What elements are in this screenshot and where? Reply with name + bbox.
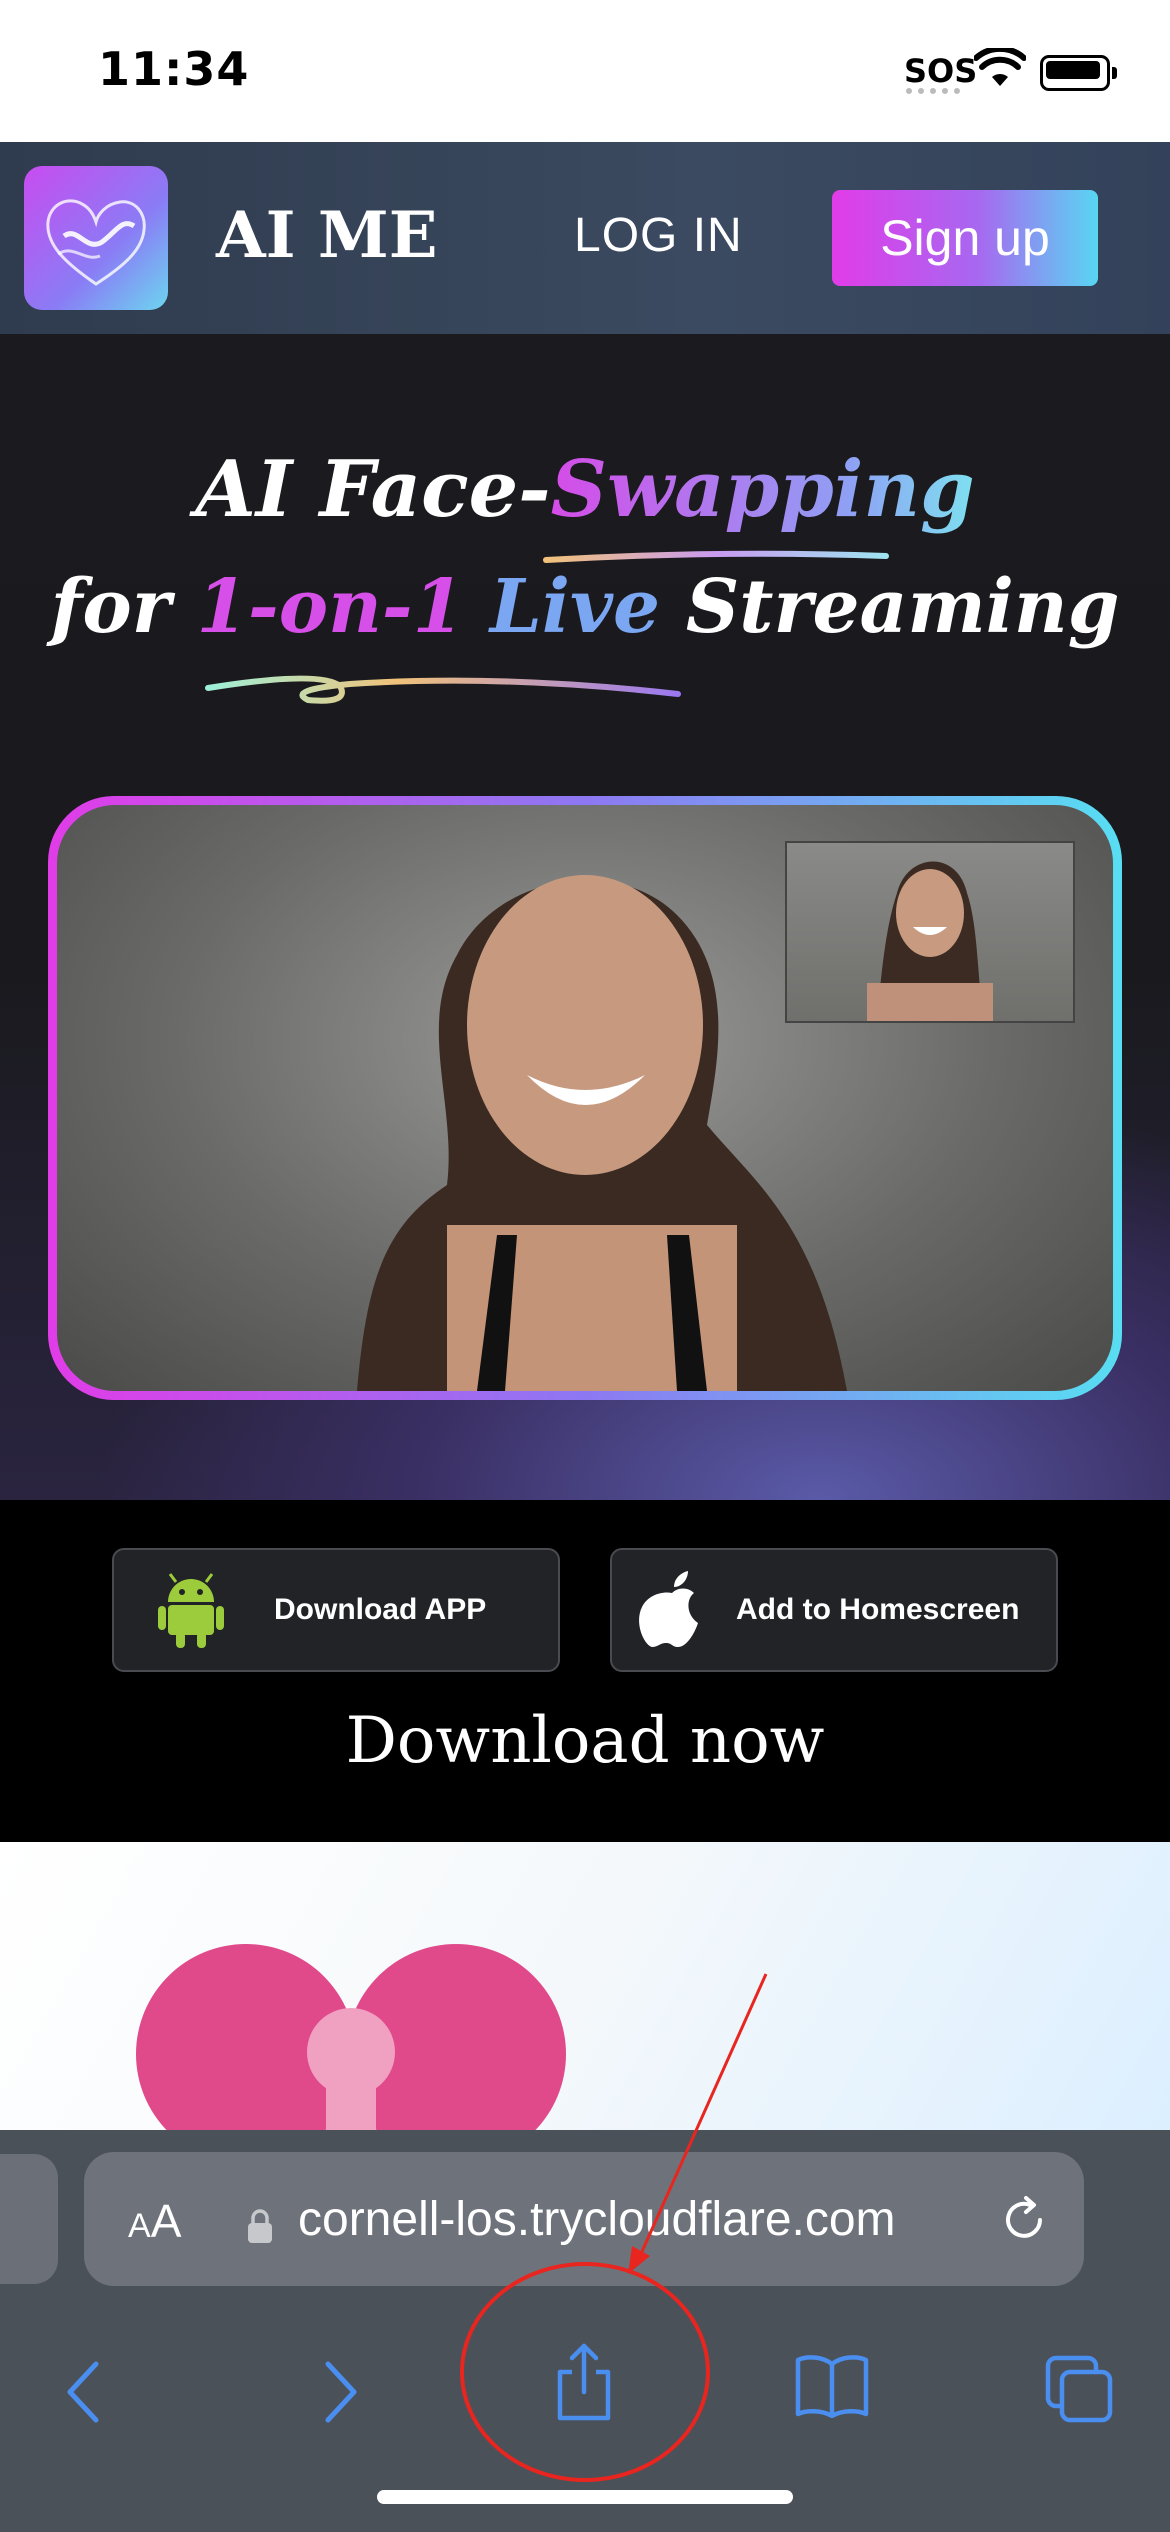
apple-icon xyxy=(639,1571,698,1647)
headline-highlight: Swapping xyxy=(550,444,975,535)
tabs-icon[interactable] xyxy=(1044,2354,1114,2424)
headline-text: Streaming xyxy=(660,564,1120,650)
bookmarks-icon[interactable] xyxy=(794,2354,870,2418)
heart-logo-icon xyxy=(46,199,146,286)
headline-text: AI Face- xyxy=(195,444,551,535)
headline-line-1: AI Face-Swapping xyxy=(0,444,1170,535)
clock: 11:34 xyxy=(98,42,250,96)
download-app-button[interactable]: Download APP xyxy=(112,1548,560,1672)
add-to-homescreen-button[interactable]: Add to Homescreen xyxy=(610,1548,1058,1672)
pip-video-thumbnail[interactable] xyxy=(785,841,1075,1023)
signup-button[interactable]: Sign up xyxy=(832,190,1098,286)
login-link[interactable]: LOG IN xyxy=(574,208,743,263)
lock-icon xyxy=(248,2209,272,2243)
add-to-homescreen-label: Add to Homescreen xyxy=(736,1593,1020,1626)
url-text: cornell-los.trycloudflare.com xyxy=(298,2193,896,2246)
video-preview-frame xyxy=(48,796,1122,1400)
aa-big: A xyxy=(150,2195,182,2247)
sos-indicator: SOS xyxy=(904,52,978,90)
download-app-label: Download APP xyxy=(274,1593,487,1626)
underline-loop xyxy=(205,675,681,704)
aa-small: A xyxy=(128,2207,151,2245)
main-video-image xyxy=(57,805,1113,1391)
reader-settings-button[interactable]: AA xyxy=(128,2194,181,2248)
signal-dots-icon xyxy=(906,88,960,100)
headline-highlight: Live xyxy=(464,564,661,650)
back-icon[interactable] xyxy=(64,2360,104,2424)
headline-highlight: 1-on-1 xyxy=(196,564,465,650)
brand-name: AI ME xyxy=(216,198,438,273)
home-indicator xyxy=(377,2490,793,2504)
wifi-icon xyxy=(974,48,1026,86)
site-header: AI ME LOG IN Sign up xyxy=(0,142,1170,334)
features-section xyxy=(0,1842,1170,2132)
previous-tab-preview[interactable] xyxy=(0,2154,58,2284)
headline-text: for xyxy=(50,564,197,650)
app-logo[interactable] xyxy=(24,166,168,310)
download-section: Download APP Add to Homescreen Download … xyxy=(0,1500,1170,1842)
battery-icon xyxy=(1040,55,1117,91)
annotation-circle xyxy=(460,2262,710,2482)
android-icon xyxy=(158,1573,224,1648)
forward-icon[interactable] xyxy=(320,2360,360,2424)
hero-section: AI Face-Swapping for 1-on-1 Live Streami… xyxy=(0,334,1170,1500)
reload-icon[interactable] xyxy=(996,2192,1052,2248)
headline-line-2: for 1-on-1 Live Streaming xyxy=(0,564,1170,650)
pink-heart-graphic xyxy=(136,1944,566,2132)
download-now-heading: Download now xyxy=(345,1704,825,1778)
man-portrait-illustration xyxy=(867,861,993,1021)
status-bar: 11:34 SOS xyxy=(0,0,1170,142)
